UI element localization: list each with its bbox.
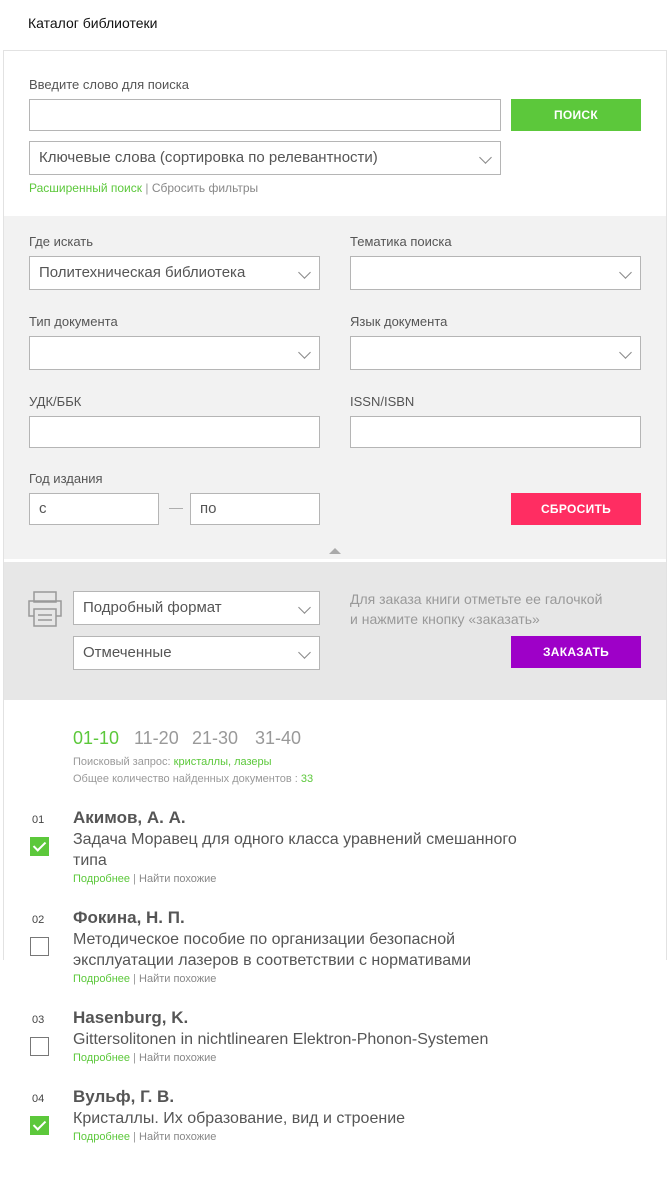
chevron-down-icon [619,266,632,279]
sort-select[interactable]: Ключевые слова (сортировка по релевантно… [29,141,501,175]
topic-label: Тематика поиска [350,234,452,249]
udk-label: УДК/ББК [29,394,82,409]
link-separator: | [145,181,149,195]
format-select-value: Подробный формат [83,599,222,616]
year-to-input[interactable]: по [190,493,320,525]
page-link[interactable]: 21-30 [192,728,238,749]
year-dash: — [169,499,183,515]
result-checkbox[interactable] [30,1037,49,1056]
chevron-down-icon [619,346,632,359]
find-similar-link[interactable]: Найти похожие [139,973,216,985]
advanced-search-link[interactable]: Расширенный поиск [29,181,142,195]
reset-button[interactable]: СБРОСИТЬ [511,493,641,525]
year-from-input[interactable]: с [29,493,159,525]
where-select-value: Политехническая библиотека [39,264,246,281]
result-author: Hasenburg, K. [73,1008,189,1027]
result-title-line: Методическое пособие по организации безо… [73,931,456,948]
order-hint: Для заказа книги отметьте ее галочкой и … [350,589,602,629]
result-title-line: Gittersolitonen in nichtlinearen Elektro… [73,1031,489,1048]
result-links: Подробнее | Найти похожие [73,873,216,885]
result-number: 04 [32,1093,45,1105]
link-separator: | [130,873,140,885]
total-label: Общее количество найденных документов : [73,773,301,785]
lang-label: Язык документа [350,314,448,329]
result-author: Фокина, Н. П. [73,908,185,927]
total-value: 33 [300,773,314,785]
topic-select[interactable] [350,256,641,290]
result-title-line: Кристаллы. Их образование, вид и строени… [73,1110,406,1127]
details-link[interactable]: Подробнее [73,1052,130,1064]
result-checkbox[interactable] [30,937,49,956]
chevron-down-icon [298,601,311,614]
query-line: Поисковый запрос: кристаллы, лазеры [73,756,272,768]
details-link[interactable]: Подробнее [73,973,130,985]
find-similar-link[interactable]: Найти похожие [139,1052,216,1064]
query-label: Поисковый запрос: [73,756,174,768]
search-button[interactable]: ПОИСК [511,99,641,131]
udk-input[interactable] [29,416,320,448]
link-separator: | [130,1131,140,1143]
link-separator: | [130,973,140,985]
page-link[interactable]: 01-10 [73,728,119,749]
lang-select[interactable] [350,336,641,370]
doc-type-select[interactable] [29,336,320,370]
where-select[interactable]: Политехническая библиотека [29,256,320,290]
find-similar-link[interactable]: Найти похожие [139,873,216,885]
result-number: 03 [32,1014,45,1026]
issn-label: ISSN/ISBN [350,394,415,409]
year-to-placeholder: по [200,500,217,517]
sort-select-value: Ключевые слова (сортировка по релевантно… [39,149,378,166]
result-number: 01 [32,814,45,826]
result-checkbox[interactable] [30,1116,49,1135]
chevron-down-icon [298,646,311,659]
year-label: Год издания [29,471,103,486]
result-title[interactable]: Методическое пособие по организации безо… [73,929,633,971]
printer-icon[interactable] [28,591,62,627]
result-links: Подробнее | Найти похожие [73,1052,216,1064]
search-links: Расширенный поиск | Сбросить фильтры [29,181,258,195]
order-panel [4,562,666,700]
result-links: Подробнее | Найти похожие [73,973,216,985]
order-hint-line1: Для заказа книги отметьте ее галочкой [350,591,603,607]
result-title-line: Задача Моравец для одного класса уравнен… [73,831,517,848]
find-similar-link[interactable]: Найти похожие [139,1131,216,1143]
details-link[interactable]: Подробнее [73,1131,130,1143]
result-author: Акимов, А. А. [73,808,186,827]
order-button[interactable]: ЗАКАЗАТЬ [511,636,641,668]
chevron-down-icon [479,151,492,164]
year-from-placeholder: с [39,500,47,517]
order-hint-line2: и нажмите кнопку «заказать» [350,611,540,627]
details-link[interactable]: Подробнее [73,873,130,885]
search-input[interactable] [29,99,501,131]
result-links: Подробнее | Найти похожие [73,1131,216,1143]
page-link[interactable]: 31-40 [255,728,301,749]
chevron-down-icon [298,266,311,279]
format-select[interactable]: Подробный формат [73,591,320,625]
result-author: Вульф, Г. В. [73,1087,175,1106]
result-title[interactable]: Задача Моравец для одного класса уравнен… [73,829,633,871]
reset-filters-link[interactable]: Сбросить фильтры [152,181,258,195]
marked-select[interactable]: Отмеченные [73,636,320,670]
marked-select-value: Отмеченные [83,644,172,661]
result-title[interactable]: Gittersolitonen in nichtlinearen Elektro… [73,1029,633,1050]
query-value: кристаллы, лазеры [173,756,272,768]
total-line: Общее количество найденных документов : … [73,773,313,785]
collapse-filters-icon[interactable] [329,548,341,554]
page-link[interactable]: 11-20 [134,728,179,749]
chevron-down-icon [298,346,311,359]
result-number: 02 [32,914,45,926]
page-title: Каталог библиотеки [28,15,158,31]
link-separator: | [130,1052,140,1064]
result-title-line: эксплуатации лазеров в соответствии с но… [73,952,472,969]
where-label: Где искать [29,234,94,249]
search-label: Введите слово для поиска [29,77,189,92]
doc-type-label: Тип документа [29,314,118,329]
issn-input[interactable] [350,416,641,448]
result-title-line: типа [73,852,107,869]
result-checkbox[interactable] [30,837,49,856]
result-title[interactable]: Кристаллы. Их образование, вид и строени… [73,1108,633,1129]
